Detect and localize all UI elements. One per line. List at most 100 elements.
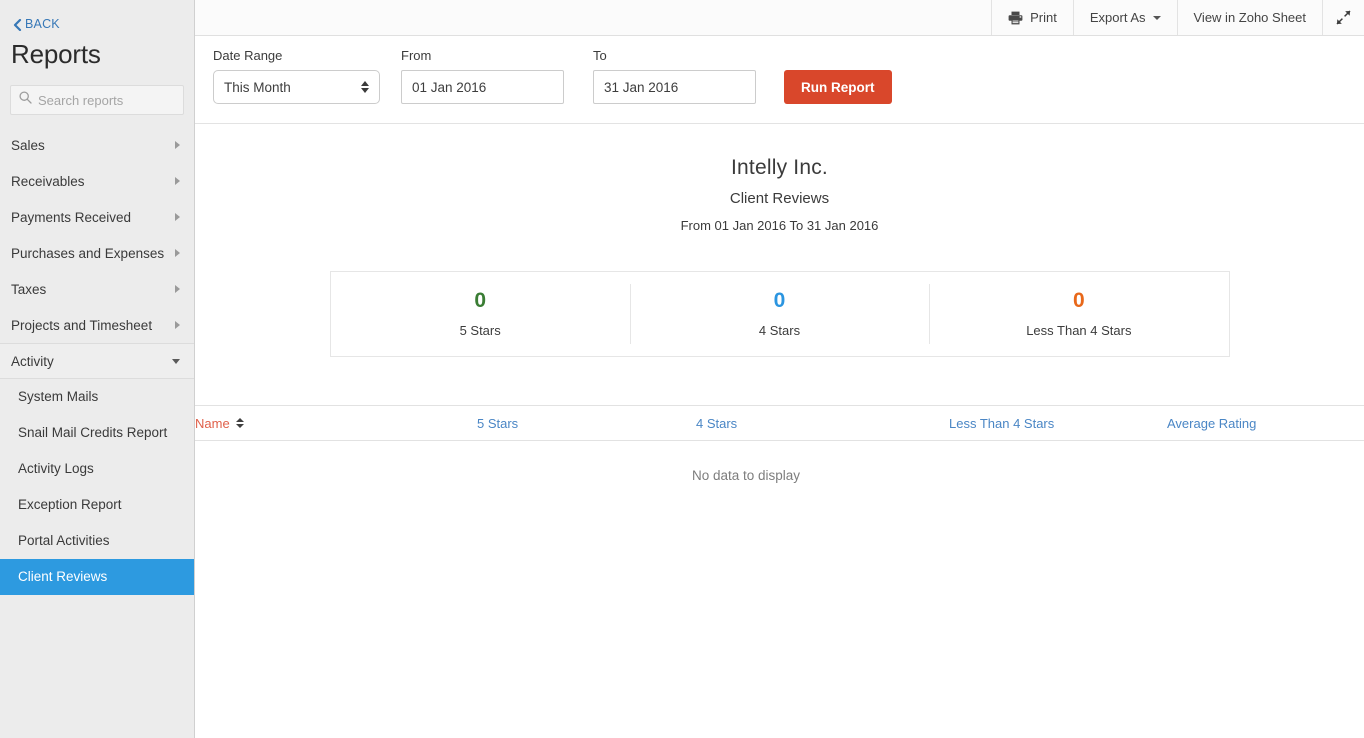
sidebar-item-label: Purchases and Expenses bbox=[11, 245, 165, 261]
sidebar-item-label: System Mails bbox=[18, 389, 99, 404]
sidebar-item-sales[interactable]: Sales bbox=[0, 127, 194, 163]
from-date-input[interactable] bbox=[401, 70, 564, 104]
print-label: Print bbox=[1030, 10, 1057, 25]
summary-label: Less Than 4 Stars bbox=[1026, 323, 1132, 338]
summary-label: 4 Stars bbox=[758, 323, 801, 338]
filter-bar: Date Range This Month From To Run Report bbox=[195, 36, 1364, 124]
summary-card-4-stars: 0 4 Stars bbox=[629, 272, 929, 356]
summary-cards: 0 5 Stars 0 4 Stars 0 Less Than 4 Stars bbox=[329, 271, 1230, 357]
sidebar-item-label: Portal Activities bbox=[18, 533, 110, 548]
activity-subnav: System Mails Snail Mail Credits Report A… bbox=[0, 379, 194, 595]
column-header-4-stars[interactable]: 4 Stars bbox=[696, 405, 949, 441]
print-button[interactable]: Print bbox=[991, 0, 1073, 35]
app-root: BACK Reports Sales Receivables Paym bbox=[0, 0, 1364, 738]
sidebar-item-exception-report[interactable]: Exception Report bbox=[0, 487, 194, 523]
sidebar-item-label: Client Reviews bbox=[18, 569, 108, 584]
sidebar-item-purchases-and-expenses[interactable]: Purchases and Expenses bbox=[0, 235, 194, 271]
table-header: Name 5 Stars 4 Stars Less Than 4 Stars A… bbox=[195, 405, 1364, 441]
sidebar-item-system-mails[interactable]: System Mails bbox=[0, 379, 194, 415]
from-label: From bbox=[401, 48, 432, 63]
sidebar-item-label: Sales bbox=[11, 137, 45, 153]
view-in-zoho-sheet-button[interactable]: View in Zoho Sheet bbox=[1176, 0, 1322, 35]
column-header-average-rating[interactable]: Average Rating bbox=[1167, 405, 1364, 441]
run-report-button[interactable]: Run Report bbox=[784, 70, 892, 104]
column-header-label: Average Rating bbox=[1167, 415, 1257, 431]
column-header-label: Name bbox=[195, 415, 230, 431]
search-icon bbox=[19, 91, 38, 109]
table-header-row: Name 5 Stars 4 Stars Less Than 4 Stars A… bbox=[195, 405, 1364, 441]
chevron-right-icon bbox=[175, 213, 180, 221]
sidebar-item-payments-received[interactable]: Payments Received bbox=[0, 199, 194, 235]
column-header-5-stars[interactable]: 5 Stars bbox=[477, 405, 696, 441]
chevron-right-icon bbox=[175, 285, 180, 293]
date-range-field: Date Range This Month bbox=[213, 48, 380, 104]
sidebar-item-label: Activity Logs bbox=[18, 461, 94, 476]
sidebar-item-label: Exception Report bbox=[18, 497, 122, 512]
caret-down-icon bbox=[1152, 15, 1161, 20]
chevron-right-icon bbox=[175, 249, 180, 257]
chevron-down-icon bbox=[172, 358, 180, 364]
to-field: To bbox=[593, 48, 756, 104]
chevron-left-icon bbox=[12, 19, 22, 31]
sort-updown-icon[interactable] bbox=[235, 418, 244, 428]
date-range-value: This Month bbox=[224, 79, 291, 95]
summary-value: 0 bbox=[1072, 289, 1085, 312]
sidebar-item-label: Snail Mail Credits Report bbox=[18, 425, 168, 440]
column-header-label: 5 Stars bbox=[477, 415, 519, 431]
report-toolbar: Print Export As View in Zoho Sheet bbox=[195, 0, 1364, 36]
summary-value: 0 bbox=[773, 289, 786, 312]
report-title: Client Reviews bbox=[729, 190, 830, 207]
expand-diagonal-icon bbox=[1336, 10, 1351, 25]
report-table: Name 5 Stars 4 Stars Less Than 4 Stars A… bbox=[195, 405, 1364, 441]
sidebar-item-label: Projects and Timesheet bbox=[11, 317, 153, 333]
report-header: Intelly Inc. Client Reviews From 01 Jan … bbox=[195, 124, 1364, 233]
report-company-name: Intelly Inc. bbox=[731, 156, 828, 179]
date-range-label: Date Range bbox=[213, 48, 283, 63]
search-input[interactable] bbox=[38, 87, 175, 113]
sidebar-item-label: Payments Received bbox=[11, 209, 132, 225]
summary-card-less-than-4-stars: 0 Less Than 4 Stars bbox=[929, 272, 1228, 356]
reports-nav: Sales Receivables Payments Received Purc… bbox=[0, 127, 194, 595]
report-table-wrap: Name 5 Stars 4 Stars Less Than 4 Stars A… bbox=[195, 405, 1364, 483]
sidebar-item-portal-activities[interactable]: Portal Activities bbox=[0, 523, 194, 559]
column-header-name[interactable]: Name bbox=[195, 405, 477, 441]
column-header-label: 4 Stars bbox=[696, 415, 738, 431]
page-title: Reports bbox=[11, 39, 101, 69]
empty-state-message: No data to display bbox=[691, 468, 801, 483]
sidebar-item-snail-mail-credits-report[interactable]: Snail Mail Credits Report bbox=[0, 415, 194, 451]
report-date-range: From 01 Jan 2016 To 31 Jan 2016 bbox=[680, 218, 879, 233]
export-as-label: Export As bbox=[1089, 10, 1146, 25]
to-date-input[interactable] bbox=[593, 70, 756, 104]
sidebar-item-label: Activity bbox=[11, 353, 54, 369]
sidebar-item-client-reviews[interactable]: Client Reviews bbox=[0, 559, 194, 595]
stepper-arrows-icon bbox=[361, 81, 369, 93]
date-range-select[interactable]: This Month bbox=[213, 70, 380, 104]
sidebar: BACK Reports Sales Receivables Paym bbox=[0, 0, 195, 738]
sidebar-item-taxes[interactable]: Taxes bbox=[0, 271, 194, 307]
summary-card-5-stars: 0 5 Stars bbox=[331, 272, 630, 356]
main-content: Print Export As View in Zoho Sheet Date … bbox=[195, 0, 1364, 738]
chevron-right-icon bbox=[175, 141, 180, 149]
export-as-button[interactable]: Export As bbox=[1072, 0, 1177, 35]
chevron-right-icon bbox=[175, 321, 180, 329]
back-label: BACK bbox=[25, 17, 60, 31]
sidebar-item-projects-and-timesheet[interactable]: Projects and Timesheet bbox=[0, 307, 194, 343]
summary-value: 0 bbox=[474, 289, 486, 312]
report-area: Intelly Inc. Client Reviews From 01 Jan … bbox=[195, 124, 1364, 738]
from-field: From bbox=[401, 48, 564, 104]
sidebar-item-label: Taxes bbox=[11, 281, 47, 297]
column-header-less-than-4-stars[interactable]: Less Than 4 Stars bbox=[949, 405, 1167, 441]
view-in-zoho-sheet-label: View in Zoho Sheet bbox=[1193, 10, 1307, 25]
summary-label: 5 Stars bbox=[459, 323, 501, 338]
sidebar-item-receivables[interactable]: Receivables bbox=[0, 163, 194, 199]
column-header-label: Less Than 4 Stars bbox=[949, 415, 1055, 431]
sidebar-item-label: Receivables bbox=[11, 173, 85, 189]
chevron-right-icon bbox=[175, 177, 180, 185]
search-box[interactable] bbox=[10, 85, 184, 115]
sidebar-item-activity[interactable]: Activity bbox=[0, 343, 194, 379]
to-label: To bbox=[593, 48, 607, 63]
sidebar-item-activity-logs[interactable]: Activity Logs bbox=[0, 451, 194, 487]
back-link[interactable]: BACK bbox=[0, 0, 194, 31]
printer-icon bbox=[1008, 11, 1023, 25]
expand-button[interactable] bbox=[1322, 0, 1364, 35]
